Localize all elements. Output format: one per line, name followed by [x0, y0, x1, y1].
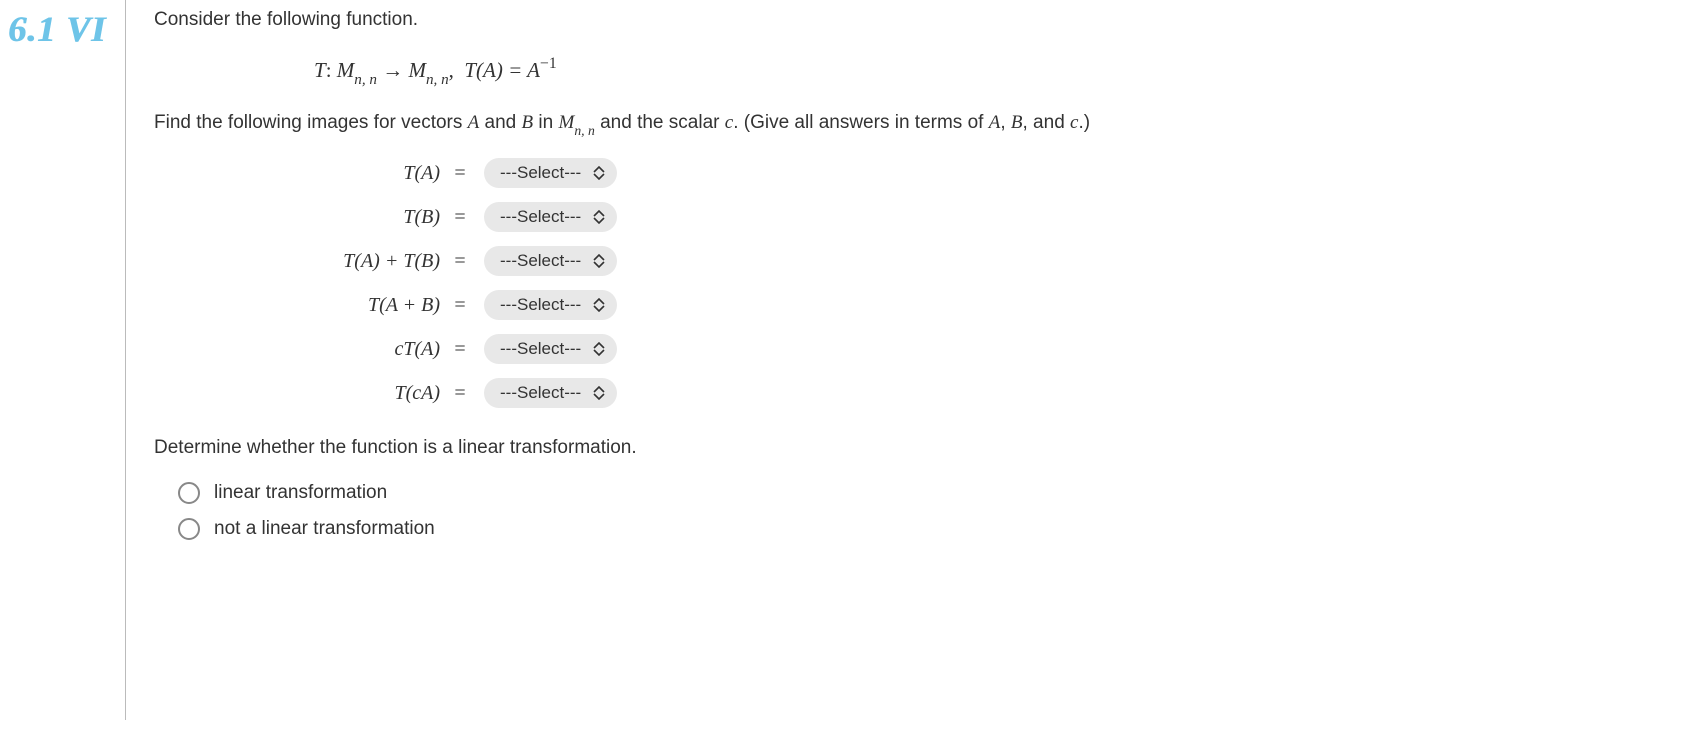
text-and-scalar: and the scalar — [595, 112, 725, 133]
text-c1: , — [1000, 112, 1011, 133]
var-M: M — [558, 112, 574, 133]
equals-sign: = — [446, 250, 474, 273]
eq-row-TcA: T(cA) = ---Select--- — [166, 378, 1665, 408]
select-text: ---Select--- — [500, 295, 581, 315]
find-pre: Find the following images for vectors — [154, 112, 468, 133]
eq-row-TA: T(A) = ---Select--- — [166, 158, 1665, 188]
text-in: in — [533, 112, 558, 133]
select-text: ---Select--- — [500, 207, 581, 227]
math-TA: T(A) = A — [464, 58, 540, 82]
eq-label: T(A + B) — [166, 294, 446, 317]
math-colon: : — [326, 58, 332, 82]
eq-row-TB: T(B) = ---Select--- — [166, 202, 1665, 232]
chevron-up-down-icon — [593, 298, 605, 312]
select-text: ---Select--- — [500, 339, 581, 359]
eq-label: T(cA) — [166, 382, 446, 405]
radio-option-linear[interactable]: linear transformation — [178, 482, 1665, 504]
equals-sign: = — [446, 382, 474, 405]
equals-sign: = — [446, 338, 474, 361]
select-dropdown-TA[interactable]: ---Select--- — [484, 158, 617, 188]
text-c2: , and — [1023, 112, 1071, 133]
function-definition: T: Mn, n → Mn, n, T(A) = A−1 — [314, 56, 1665, 87]
select-dropdown-cTA[interactable]: ---Select--- — [484, 334, 617, 364]
math-sub-nn-1: n, n — [354, 72, 377, 88]
math-M1: M — [337, 58, 355, 82]
text-end: .) — [1078, 112, 1090, 133]
math-sub-nn-2: n, n — [426, 72, 449, 88]
text-post: . (Give all answers in terms of — [733, 112, 989, 133]
select-dropdown-TB[interactable]: ---Select--- — [484, 202, 617, 232]
determine-text: Determine whether the function is a line… — [154, 434, 1665, 462]
chevron-up-down-icon — [593, 210, 605, 224]
chevron-up-down-icon — [593, 166, 605, 180]
eq-row-TA-plus-TB: T(A) + T(B) = ---Select--- — [166, 246, 1665, 276]
var-B: B — [522, 112, 534, 133]
eq-label: T(A) + T(B) — [166, 250, 446, 273]
radio-circle-icon — [178, 482, 200, 504]
question-body: Consider the following function. T: Mn, … — [125, 0, 1665, 720]
select-text: ---Select--- — [500, 251, 581, 271]
var-c: c — [725, 112, 733, 133]
var-A2: A — [989, 112, 1001, 133]
eq-label: cT(A) — [166, 338, 446, 361]
find-instruction: Find the following images for vectors A … — [154, 109, 1665, 139]
intro-text: Consider the following function. — [154, 6, 1665, 34]
eq-label: T(A) — [166, 162, 446, 185]
arrow-right-icon: → — [382, 58, 408, 82]
radio-label: not a linear transformation — [214, 518, 435, 540]
eq-row-cTA: cT(A) = ---Select--- — [166, 334, 1665, 364]
equals-sign: = — [446, 162, 474, 185]
chevron-up-down-icon — [593, 386, 605, 400]
math-M2: M — [408, 58, 426, 82]
var-A: A — [468, 112, 480, 133]
equals-sign: = — [446, 206, 474, 229]
select-text: ---Select--- — [500, 383, 581, 403]
equation-list: T(A) = ---Select--- T(B) = ---Select--- — [166, 158, 1665, 408]
chevron-up-down-icon — [593, 342, 605, 356]
handwritten-annotation: 6.1 VI — [8, 8, 106, 50]
var-B2: B — [1011, 112, 1023, 133]
math-exp-neg1: −1 — [540, 55, 557, 72]
eq-label: T(B) — [166, 206, 446, 229]
select-dropdown-TAplusB[interactable]: ---Select--- — [484, 290, 617, 320]
select-dropdown-TAplusTB[interactable]: ---Select--- — [484, 246, 617, 276]
radio-group-linear: linear transformation not a linear trans… — [178, 482, 1665, 540]
equals-sign: = — [446, 294, 474, 317]
radio-label: linear transformation — [214, 482, 387, 504]
chevron-up-down-icon — [593, 254, 605, 268]
select-text: ---Select--- — [500, 163, 581, 183]
select-dropdown-TcA[interactable]: ---Select--- — [484, 378, 617, 408]
math-comma: , — [449, 58, 454, 82]
radio-circle-icon — [178, 518, 200, 540]
text-and1: and — [479, 112, 521, 133]
radio-option-not-linear[interactable]: not a linear transformation — [178, 518, 1665, 540]
eq-row-T-AplusB: T(A + B) = ---Select--- — [166, 290, 1665, 320]
math-T: T — [314, 58, 326, 82]
sub-nn-inline: n, n — [574, 123, 595, 138]
